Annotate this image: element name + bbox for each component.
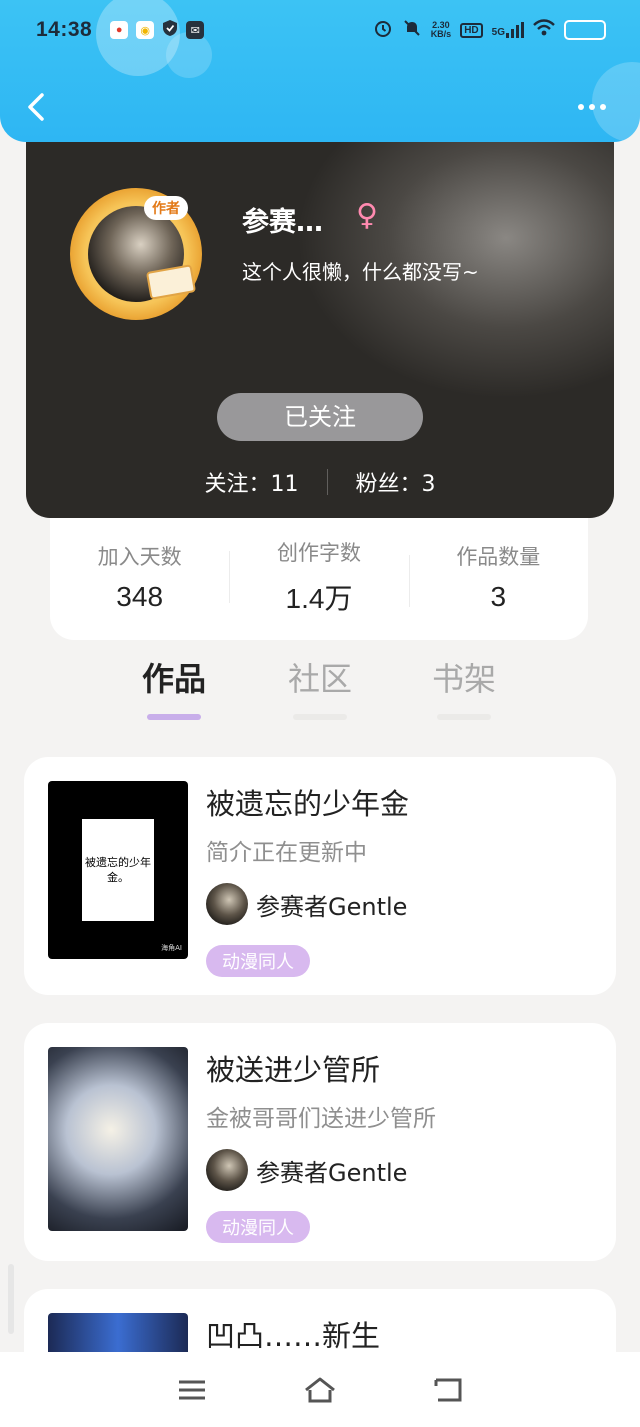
tab-community[interactable]: 社区: [260, 654, 380, 720]
profile-bio: 这个人很懒，什么都没写~: [242, 260, 479, 284]
stat-value: 3: [490, 581, 507, 612]
author-avatar: [206, 883, 248, 925]
network-type: 5G: [491, 27, 505, 38]
app-notification-icon: ◉: [136, 21, 155, 39]
tab-underline: [293, 714, 347, 720]
status-bar: 14:38 ● ◉ ✉ 2.30 KB/s HD 5G: [0, 0, 640, 60]
avatar[interactable]: 作者: [70, 188, 202, 320]
menu-button[interactable]: [174, 1372, 210, 1408]
cover-watermark: 海角AI: [161, 944, 182, 952]
work-author: 参赛者Gentle: [206, 883, 407, 925]
mute-icon: [402, 18, 422, 43]
home-icon: [305, 1377, 335, 1402]
signal-icon: 5G: [492, 22, 524, 38]
back-arrow-icon: [28, 93, 44, 121]
tab-label: 书架: [431, 660, 496, 698]
stat-label: 加入天数: [97, 545, 182, 569]
work-author: 参赛者Gentle: [206, 1149, 407, 1191]
author-name: 参赛者Gentle: [256, 892, 408, 921]
back-button[interactable]: [26, 92, 46, 122]
stat-word-count: 创作字数 1.4万: [229, 537, 408, 617]
battery-icon: [564, 20, 606, 40]
tab-label: 作品: [141, 660, 206, 698]
tab-bookshelf[interactable]: 书架: [404, 654, 524, 720]
tab-works[interactable]: 作品: [114, 654, 234, 720]
author-name: 参赛者Gentle: [256, 1158, 408, 1187]
stats-card: 加入天数 348 创作字数 1.4万 作品数量 3: [50, 514, 588, 640]
wifi-icon: [533, 18, 555, 42]
top-app-bar: 14:38 ● ◉ ✉ 2.30 KB/s HD 5G: [0, 0, 640, 142]
more-dots-icon: [600, 104, 606, 110]
work-title: 被遗忘的少年金: [206, 787, 410, 821]
more-dots-icon: [589, 104, 595, 110]
tab-underline: [147, 714, 201, 720]
hd-badge: HD: [460, 22, 483, 38]
stat-value: 348: [116, 581, 164, 612]
work-title: 被送进少管所: [206, 1053, 381, 1087]
author-badge: 作者: [144, 196, 188, 220]
scrollbar[interactable]: [8, 1264, 14, 1334]
work-description: 简介正在更新中: [206, 840, 367, 866]
return-icon: [434, 1378, 462, 1401]
mail-icon: ✉: [186, 21, 205, 39]
profile-name: 参赛…: [242, 207, 323, 238]
profile-card: 作者 参赛… ♀ 这个人很懒，什么都没写~ 已关注 关注：11 粉丝：3: [26, 118, 614, 518]
female-gender-icon: ♀: [356, 198, 378, 233]
work-card[interactable]: 被遗忘的少年金。 海角AI 被遗忘的少年金 简介正在更新中 参赛者Gentle …: [24, 757, 616, 995]
tab-underline: [437, 714, 491, 720]
work-title: 凹凸……新生: [206, 1319, 381, 1353]
book-cover[interactable]: 被遗忘的少年金。 海角AI: [48, 781, 188, 959]
cover-title-text: 被遗忘的少年金。: [82, 819, 154, 921]
work-card[interactable]: 被送进少管所 金被哥哥们送进少管所 参赛者Gentle 动漫同人: [24, 1023, 616, 1261]
profile-tabs: 作品 社区 书架: [0, 654, 640, 720]
stat-join-days: 加入天数 348: [50, 541, 229, 613]
shield-icon: [162, 19, 178, 42]
home-button[interactable]: [302, 1372, 338, 1408]
genre-tag: 动漫同人: [206, 1211, 310, 1243]
stat-works-count: 作品数量 3: [408, 541, 588, 613]
following-count[interactable]: 关注：11: [205, 466, 299, 498]
return-button[interactable]: [430, 1372, 466, 1408]
tab-label: 社区: [287, 660, 352, 698]
net-speed-unit: KB/s: [430, 29, 452, 39]
more-dots-icon: [578, 104, 584, 110]
follow-counts: 关注：11 粉丝：3: [26, 464, 614, 500]
work-description: 金被哥哥们送进少管所: [206, 1106, 436, 1132]
followers-count[interactable]: 粉丝：3: [356, 466, 436, 498]
follow-button[interactable]: 已关注: [217, 393, 423, 441]
stat-label: 作品数量: [456, 545, 541, 569]
net-speed: 2.30 KB/s: [431, 21, 452, 39]
system-status-icons: 2.30 KB/s HD 5G: [373, 18, 606, 43]
divider: [326, 469, 328, 495]
more-options-button[interactable]: [578, 98, 612, 116]
author-avatar: [206, 1149, 248, 1191]
notification-icons: ● ◉ ✉: [110, 19, 205, 42]
alarm-icon: [373, 18, 393, 43]
genre-tag: 动漫同人: [206, 945, 310, 977]
system-navigation-bar: [0, 1352, 640, 1427]
book-cover[interactable]: [48, 1047, 188, 1231]
status-time: 14:38: [36, 18, 93, 41]
stat-value: 1.4万: [285, 583, 353, 614]
app-notification-icon: ●: [110, 21, 129, 39]
stat-label: 创作字数: [276, 541, 361, 565]
menu-icon: [179, 1380, 205, 1399]
